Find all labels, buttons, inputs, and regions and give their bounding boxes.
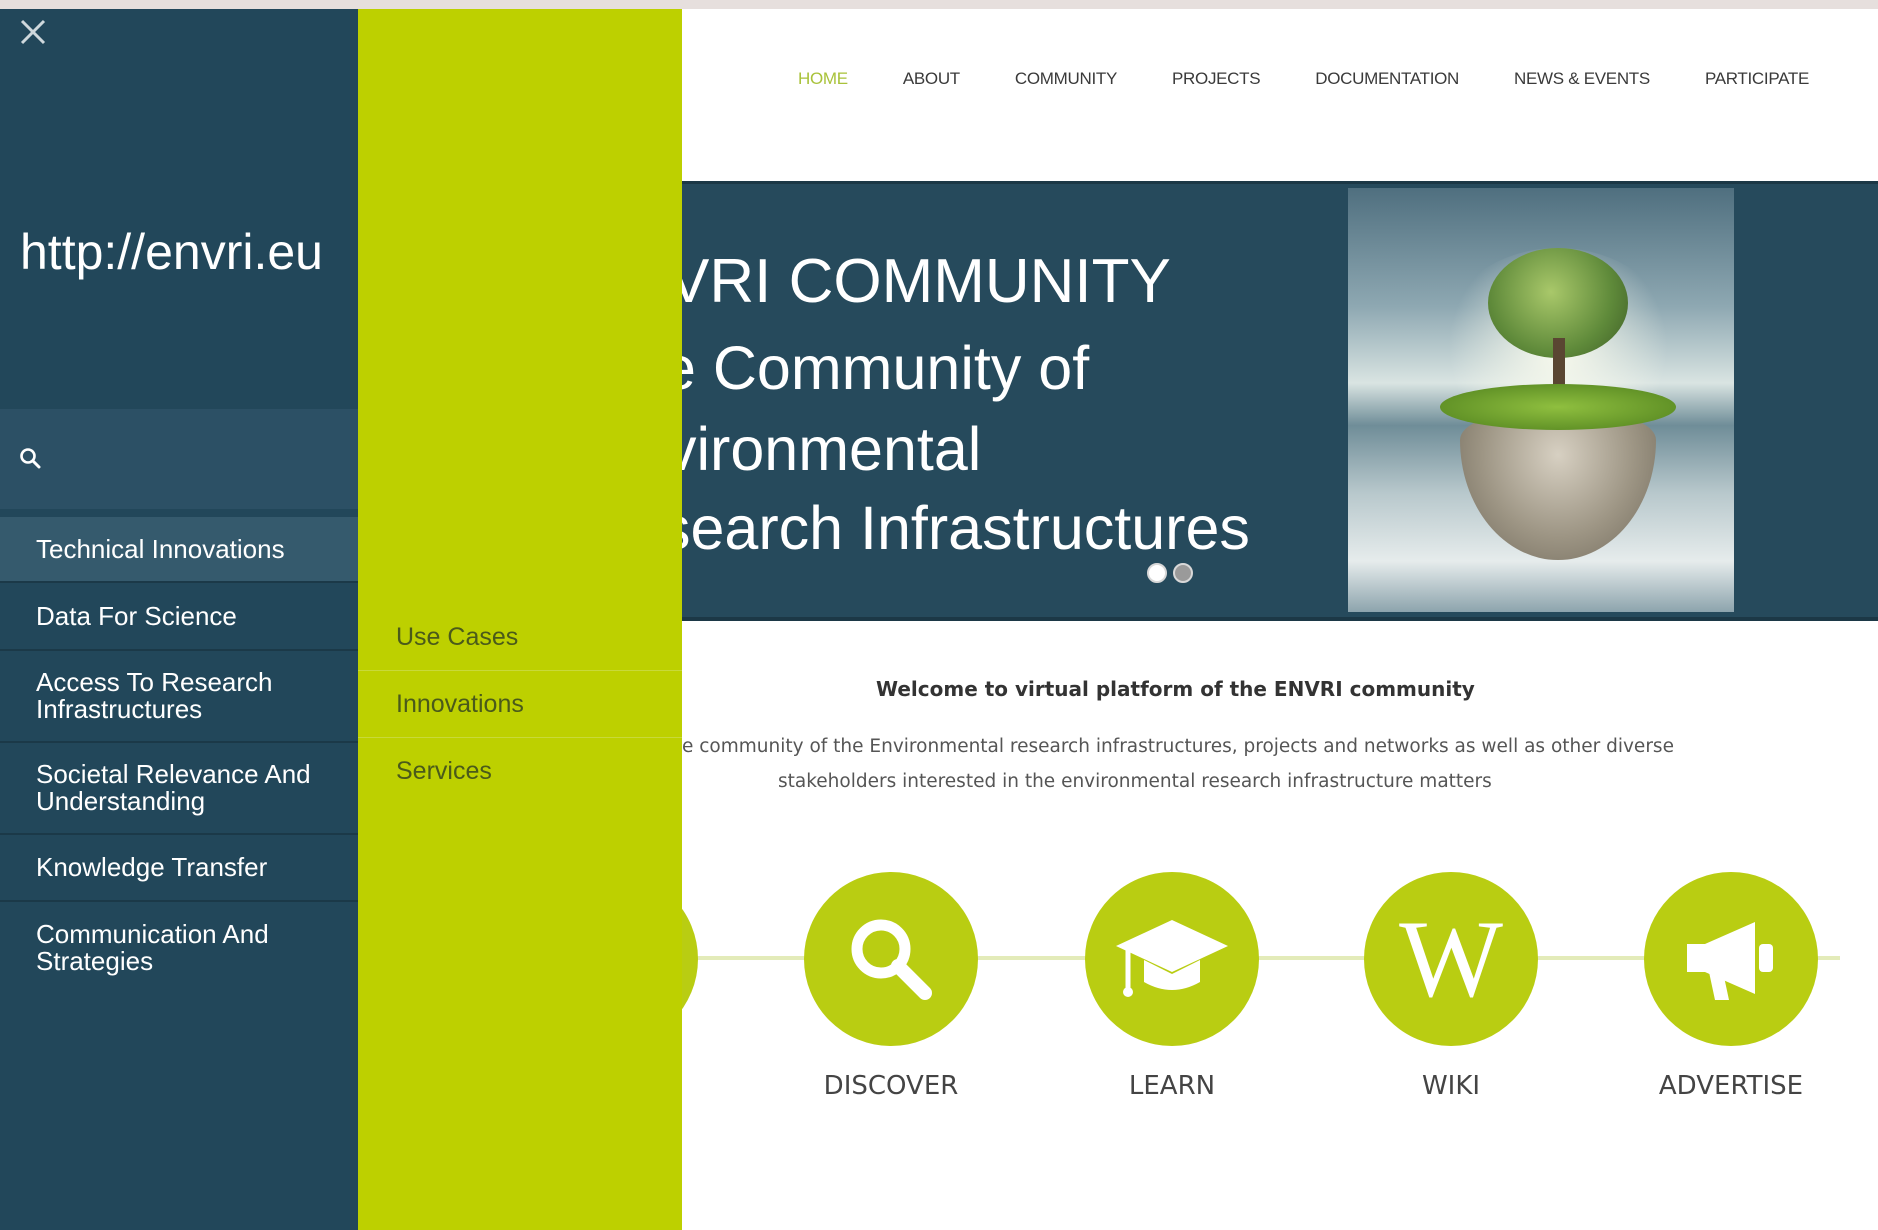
category-knowledge-transfer[interactable]: Knowledge Transfer xyxy=(0,835,358,902)
submenu-innovations[interactable]: Innovations xyxy=(358,671,682,738)
category-data-for-science[interactable]: Data For Science xyxy=(0,583,358,651)
welcome-text-line-1: e community of the Environmental researc… xyxy=(682,736,1674,757)
main-nav: HOME ABOUT COMMUNITY PROJECTS DOCUMENTAT… xyxy=(798,69,1809,89)
hero-subtitle-line-3: search Infrastructures xyxy=(682,494,1250,562)
hero-subtitle-line-1: e Community of xyxy=(682,334,1090,402)
discover-label[interactable]: DISCOVER xyxy=(791,1071,991,1101)
close-icon xyxy=(20,19,46,45)
category-access-to-research-infrastructures[interactable]: Access To Research Infrastructures xyxy=(0,651,358,743)
top-strip xyxy=(0,0,1878,9)
hero-banner: VRI COMMUNITY e Community of vironmental… xyxy=(682,181,1878,621)
submenu-list: Use Cases Innovations Services xyxy=(358,604,682,805)
nav-documentation[interactable]: DOCUMENTATION xyxy=(1315,69,1459,89)
magnifier-icon xyxy=(851,919,932,1000)
slideout-menu: http://envri.eu Technical Innovations Da… xyxy=(0,9,358,1230)
discover-button[interactable] xyxy=(804,872,978,1046)
menu-site-url[interactable]: http://envri.eu xyxy=(20,223,323,281)
wiki-button[interactable]: W xyxy=(1364,872,1538,1046)
nav-community[interactable]: COMMUNITY xyxy=(1015,69,1117,89)
category-societal-relevance[interactable]: Societal Relevance And Understanding xyxy=(0,743,358,835)
advertise-button[interactable] xyxy=(1644,872,1818,1046)
submenu-panel: Use Cases Innovations Services xyxy=(358,9,682,1230)
megaphone-icon xyxy=(1687,922,1773,1000)
category-communication-strategies[interactable]: Communication And Strategies xyxy=(0,902,358,994)
nav-about[interactable]: ABOUT xyxy=(903,69,960,89)
advertise-label[interactable]: ADVERTISE xyxy=(1631,1071,1831,1101)
submenu-services[interactable]: Services xyxy=(358,738,682,805)
slider-dot-2[interactable] xyxy=(1173,563,1193,583)
hero-title: VRI COMMUNITY xyxy=(682,247,1171,316)
nav-participate[interactable]: PARTICIPATE xyxy=(1705,69,1809,89)
submenu-use-cases[interactable]: Use Cases xyxy=(358,604,682,671)
category-technical-innovations[interactable]: Technical Innovations xyxy=(0,517,358,583)
welcome-text-line-2: stakeholders interested in the environme… xyxy=(778,771,1492,792)
menu-search-input[interactable] xyxy=(50,439,340,479)
wiki-label[interactable]: WIKI xyxy=(1351,1071,1551,1101)
welcome-text: e community of the Environmental researc… xyxy=(682,729,1878,799)
search-icon xyxy=(20,448,41,469)
slider-dot-1[interactable] xyxy=(1147,563,1167,583)
floating-island-tree-image xyxy=(1348,188,1734,612)
learn-button[interactable] xyxy=(1085,872,1259,1046)
nav-home[interactable]: HOME xyxy=(798,69,848,89)
category-list: Technical Innovations Data For Science A… xyxy=(0,517,358,994)
nav-news-events[interactable]: NEWS & EVENTS xyxy=(1514,69,1650,89)
wikipedia-w-icon: W xyxy=(1399,898,1503,1020)
graduation-cap-icon xyxy=(1116,920,1228,997)
menu-search-bar[interactable] xyxy=(0,409,358,509)
nav-projects[interactable]: PROJECTS xyxy=(1172,69,1261,89)
slider-dots xyxy=(1147,563,1193,583)
welcome-title: Welcome to virtual platform of the ENVRI… xyxy=(876,677,1475,701)
learn-label[interactable]: LEARN xyxy=(1072,1071,1272,1101)
hero-subtitle-line-2: vironmental xyxy=(682,415,982,483)
close-button[interactable] xyxy=(16,15,50,49)
